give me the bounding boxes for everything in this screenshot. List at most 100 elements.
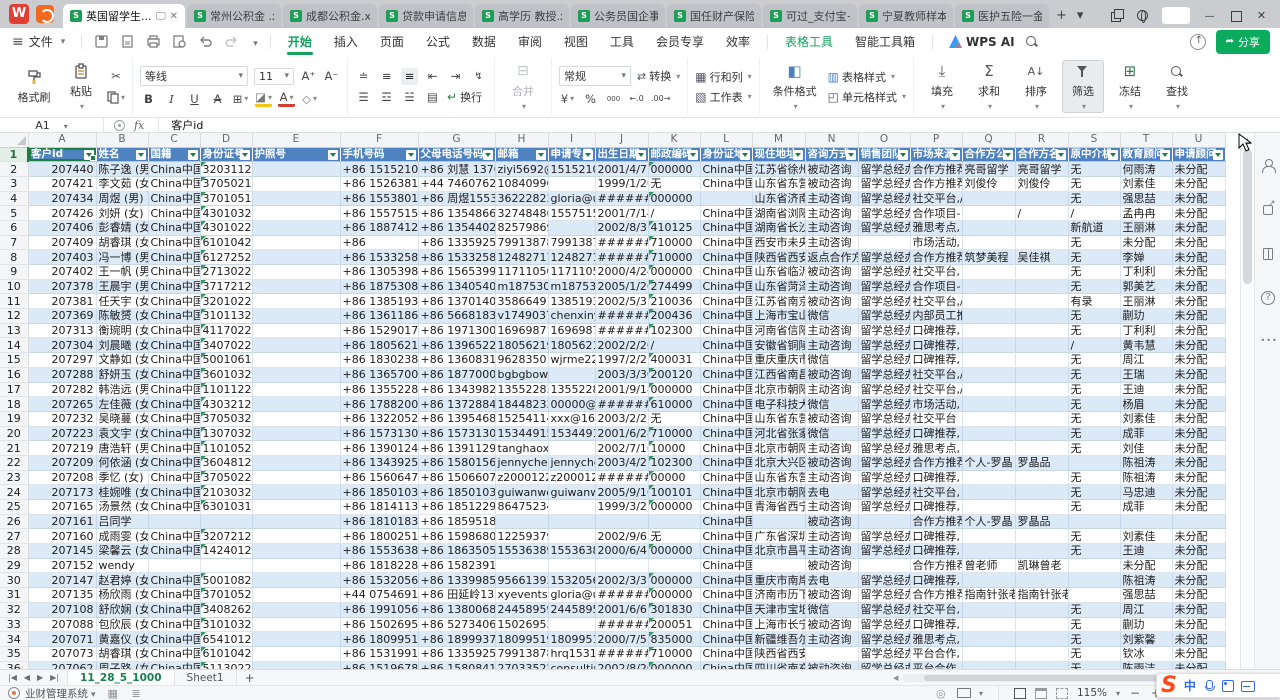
cell[interactable]: 主动咨询: [805, 279, 858, 294]
tab-list-dropdown-icon[interactable]: [1077, 8, 1084, 23]
cell[interactable]: [595, 558, 648, 573]
cell[interactable]: +86 1506607386: [418, 470, 495, 485]
cell[interactable]: 王瑞: [1120, 367, 1172, 382]
cell[interactable]: [252, 632, 340, 647]
cell[interactable]: 710000: [648, 235, 700, 250]
cell[interactable]: 无: [1068, 529, 1120, 544]
cell[interactable]: 207378: [28, 279, 96, 294]
page-break-icon[interactable]: [1056, 688, 1068, 699]
cell[interactable]: 1999/1/26: [595, 176, 648, 191]
hscroll-left-icon[interactable]: [893, 674, 898, 682]
search-icon[interactable]: [1025, 35, 1038, 48]
percent-icon[interactable]: [582, 90, 599, 107]
file-tab[interactable]: S宁夏教师样本.xlsx: [859, 4, 953, 28]
file-tab[interactable]: S可过_支付宝+_滴滴: [763, 4, 857, 28]
cell[interactable]: 2002/9/6: [595, 529, 648, 544]
cell[interactable]: 153449155: [548, 426, 595, 441]
cell[interactable]: China中国: [700, 411, 752, 426]
cell[interactable]: 江苏省南京: [752, 294, 805, 309]
filter-dropdown-icon[interactable]: [536, 150, 546, 160]
cell[interactable]: 指南针张老: [1015, 588, 1068, 603]
cell[interactable]: [1068, 514, 1120, 529]
row-number[interactable]: 19: [0, 411, 28, 426]
cell[interactable]: 未分配: [1172, 294, 1225, 309]
cell[interactable]: [962, 426, 1015, 441]
cell[interactable]: 任天宇 (女: [96, 294, 148, 309]
outline-icon[interactable]: [132, 687, 144, 699]
cell[interactable]: 留学总经办: [858, 191, 910, 206]
cell[interactable]: [1015, 500, 1068, 515]
cell[interactable]: China中国: [148, 338, 200, 353]
ime-skin-icon[interactable]: [1222, 680, 1234, 692]
cell[interactable]: 无: [1068, 279, 1120, 294]
cell[interactable]: 未分配: [1172, 441, 1225, 456]
cell[interactable]: 李文茹 (女: [96, 176, 148, 191]
cell[interactable]: 未分配: [1172, 338, 1225, 353]
cell[interactable]: 合作方推荐: [910, 162, 962, 177]
cell[interactable]: 2003/4/2: [595, 455, 648, 470]
cell[interactable]: 207108: [28, 602, 96, 617]
cell[interactable]: China中国: [148, 485, 200, 500]
redo-icon[interactable]: [224, 34, 239, 49]
cell[interactable]: 180995191: [548, 632, 595, 647]
page-layout-icon[interactable]: [1035, 688, 1047, 699]
insert-function-icon[interactable]: fx: [134, 119, 144, 132]
cell[interactable]: 无: [648, 411, 700, 426]
cell[interactable]: 舒欣娴 (女: [96, 602, 148, 617]
column-letter-H[interactable]: H: [495, 133, 548, 147]
cell[interactable]: [962, 323, 1015, 338]
cell[interactable]: 合作项目-: [910, 279, 962, 294]
selection-stat-icon[interactable]: [936, 687, 948, 699]
header-cell[interactable]: 现住地址: [752, 147, 805, 162]
cell[interactable]: 主动咨询: [805, 382, 858, 397]
cell[interactable]: 500106199702210321: [200, 353, 252, 368]
system-icon[interactable]: [8, 687, 20, 699]
cell[interactable]: 主动咨询: [805, 544, 858, 559]
cell[interactable]: 王迪: [1120, 382, 1172, 397]
increase-decimal-icon[interactable]: [651, 90, 670, 107]
increase-indent-icon[interactable]: [447, 68, 464, 85]
cell[interactable]: 未分配: [1172, 176, 1225, 191]
cell[interactable]: 刘佳: [1120, 441, 1172, 456]
cell[interactable]: 左佳薇 (女: [96, 397, 148, 412]
cell[interactable]: 未分配: [1172, 661, 1225, 669]
cell[interactable]: 370105200210270824: [200, 588, 252, 603]
cell[interactable]: 2005/9/16: [595, 485, 648, 500]
cell[interactable]: 陈子逸 (男: [96, 162, 148, 177]
cell[interactable]: z20001227: [495, 470, 548, 485]
cell[interactable]: 陕西省西安: [752, 250, 805, 265]
cell[interactable]: 000000: [648, 661, 700, 669]
cell[interactable]: China中国: [700, 353, 752, 368]
system-switcher[interactable]: 业财管理系统: [25, 686, 96, 700]
cell[interactable]: 1999/3/2: [595, 500, 648, 515]
cell[interactable]: 无: [1068, 367, 1120, 382]
cell[interactable]: 207145: [28, 544, 96, 559]
cell[interactable]: 207232: [28, 411, 96, 426]
cell[interactable]: +86 1354866895: [418, 206, 495, 221]
cell[interactable]: 207088: [28, 617, 96, 632]
cell[interactable]: 上海市长宁: [752, 617, 805, 632]
cell[interactable]: 200436: [648, 309, 700, 324]
cell[interactable]: 207160: [28, 529, 96, 544]
cell[interactable]: 山东省菏泽: [752, 279, 805, 294]
cell[interactable]: 2000/6/4: [595, 544, 648, 559]
account-placeholder[interactable]: [1162, 7, 1190, 24]
cell[interactable]: 320311200104077915: [200, 162, 252, 177]
cell[interactable]: +86 1335925706: [418, 646, 495, 661]
cell[interactable]: 00000: [648, 470, 700, 485]
cell[interactable]: 370502199901260083: [200, 176, 252, 191]
cell[interactable]: 301830: [648, 602, 700, 617]
cell[interactable]: 留学总经办: [858, 411, 910, 426]
row-number[interactable]: 28: [0, 544, 28, 559]
tab-efficiency[interactable]: 效率: [715, 28, 761, 55]
cell[interactable]: 962835011: [495, 353, 548, 368]
header-cell[interactable]: 邮政编码: [648, 147, 700, 162]
cell[interactable]: +86 13657006: [340, 367, 418, 382]
cell[interactable]: 被动咨询: [805, 176, 858, 191]
cell[interactable]: 未分配: [1172, 455, 1225, 470]
cell[interactable]: 358664913: [495, 294, 548, 309]
cell[interactable]: 370105199411221118: [200, 191, 252, 206]
cell[interactable]: [548, 220, 595, 235]
cell[interactable]: 835000: [648, 632, 700, 647]
cell[interactable]: 无: [1068, 617, 1120, 632]
